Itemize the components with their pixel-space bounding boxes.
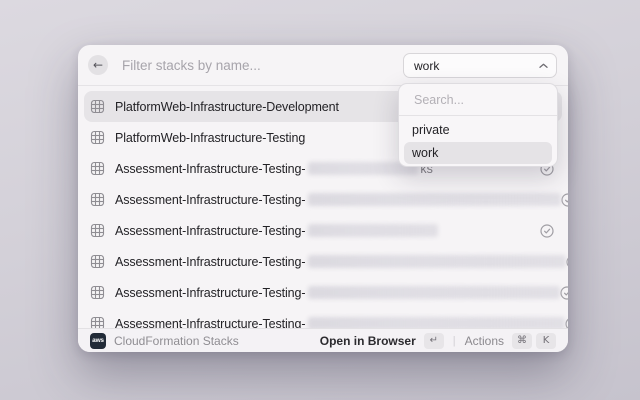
check-circle-icon — [560, 286, 568, 300]
profile-select-value: work — [414, 59, 539, 73]
check-circle-icon — [540, 224, 554, 238]
profile-dropdown-panel: private work — [398, 83, 558, 167]
stack-grid-icon — [90, 99, 105, 114]
header: ← work — [78, 45, 568, 86]
list-item[interactable]: Assessment-Infrastructure-Testing- — [84, 308, 562, 328]
dropdown-options: private work — [399, 116, 557, 167]
stack-grid-icon — [90, 285, 105, 300]
aws-icon: aws — [90, 333, 106, 349]
stack-grid-icon — [90, 223, 105, 238]
actions-button[interactable]: Actions — [465, 334, 504, 348]
redacted-text — [308, 317, 565, 328]
list-item[interactable]: Assessment-Infrastructure-Testing- — [84, 246, 562, 277]
stack-name: Assessment-Infrastructure-Testing- — [115, 255, 305, 269]
profile-select[interactable]: work — [403, 53, 557, 78]
stack-name: Assessment-Infrastructure-Testing- — [115, 317, 305, 329]
desktop-background: ← work PlatformWeb-Infrastructure-Develo… — [0, 0, 640, 400]
footer: aws CloudFormation Stacks Open in Browse… — [78, 328, 568, 352]
chevron-up-icon — [539, 63, 548, 69]
stack-grid-icon — [90, 254, 105, 269]
redacted-text — [308, 224, 438, 237]
stack-name: PlatformWeb-Infrastructure-Development — [115, 100, 339, 114]
stack-name: Assessment-Infrastructure-Testing- — [115, 162, 305, 176]
arrow-left-icon: ← — [93, 58, 103, 72]
stack-grid-icon — [90, 192, 105, 207]
stack-name: Assessment-Infrastructure-Testing- — [115, 193, 305, 207]
dropdown-search — [399, 84, 557, 116]
launcher-window: ← work PlatformWeb-Infrastructure-Develo… — [78, 45, 568, 352]
k-key-icon: K — [536, 333, 556, 349]
dropdown-search-input[interactable] — [412, 92, 544, 108]
redacted-text — [308, 286, 560, 299]
dropdown-option-work[interactable]: work — [404, 142, 552, 164]
list-item[interactable]: Assessment-Infrastructure-Testing- — [84, 277, 562, 308]
list-item[interactable]: Assessment-Infrastructure-Testing- — [84, 184, 562, 215]
cmd-key-icon: ⌘ — [512, 333, 532, 349]
dropdown-option-private[interactable]: private — [404, 119, 552, 141]
redacted-text — [308, 193, 561, 206]
back-button[interactable]: ← — [88, 55, 108, 75]
list-item[interactable]: Assessment-Infrastructure-Testing- — [84, 215, 562, 246]
stack-grid-icon — [90, 161, 105, 176]
check-circle-icon — [566, 255, 568, 269]
stack-name: Assessment-Infrastructure-Testing- — [115, 224, 305, 238]
redacted-text — [308, 255, 566, 268]
enter-key-icon: ↵ — [424, 333, 444, 349]
stack-grid-icon — [90, 130, 105, 145]
footer-divider: | — [453, 335, 456, 347]
stack-name: PlatformWeb-Infrastructure-Testing — [115, 131, 305, 145]
stack-name: Assessment-Infrastructure-Testing- — [115, 286, 305, 300]
stack-grid-icon — [90, 316, 105, 328]
filter-input[interactable] — [120, 57, 374, 74]
extension-title: CloudFormation Stacks — [114, 334, 239, 348]
open-in-browser-button[interactable]: Open in Browser — [320, 334, 416, 348]
check-circle-icon — [565, 317, 568, 329]
check-circle-icon — [561, 193, 568, 207]
